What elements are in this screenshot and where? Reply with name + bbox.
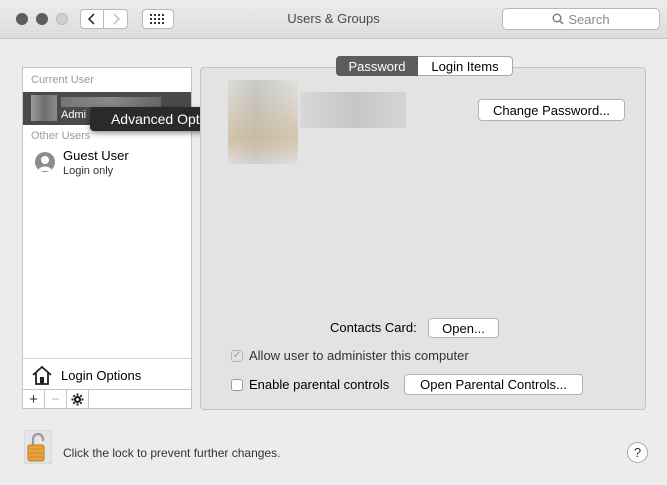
user-picture[interactable]: [228, 80, 298, 164]
current-user-header: Current User: [31, 74, 94, 86]
current-user-name-blurred: [61, 97, 161, 107]
panel-tabs: Password Login Items: [336, 56, 513, 76]
login-options-label: Login Options: [61, 367, 142, 383]
help-button[interactable]: ?: [627, 442, 648, 463]
gear-icon: [71, 393, 84, 406]
lock-icon[interactable]: [23, 429, 53, 465]
title-bar: Users & Groups Search: [0, 0, 667, 39]
search-icon: [552, 13, 564, 25]
parental-controls-label: Enable parental controls: [249, 377, 390, 392]
sidebar-toolbar: + −: [23, 389, 191, 409]
open-parental-controls-button[interactable]: Open Parental Controls...: [404, 374, 583, 395]
sidebar-divider: [23, 358, 191, 359]
add-user-button[interactable]: +: [23, 390, 45, 409]
search-placeholder: Search: [568, 11, 610, 27]
guest-user-avatar: [35, 152, 55, 172]
lock-status-text: Click the lock to prevent further change…: [63, 446, 281, 460]
parental-controls-row: Enable parental controls: [231, 377, 389, 392]
guest-user-name: Guest User: [63, 148, 129, 163]
change-password-button[interactable]: Change Password...: [478, 99, 625, 121]
allow-admin-row: ✓ Allow user to administer this computer: [231, 348, 469, 363]
search-field[interactable]: Search: [502, 8, 660, 30]
house-icon: [32, 365, 52, 385]
user-name-blurred: [300, 92, 406, 128]
remove-user-button[interactable]: −: [45, 390, 67, 409]
tab-login-items[interactable]: Login Items: [418, 56, 513, 76]
parental-controls-checkbox[interactable]: [231, 378, 243, 391]
login-options-item[interactable]: Login Options: [31, 362, 141, 388]
contacts-card-label: Contacts Card:: [330, 320, 417, 335]
allow-admin-checkbox[interactable]: ✓: [231, 349, 243, 362]
guest-user-subtitle: Login only: [63, 165, 114, 177]
open-contacts-card-button[interactable]: Open...: [428, 318, 499, 338]
allow-admin-label: Allow user to administer this computer: [249, 348, 469, 363]
tab-password[interactable]: Password: [336, 56, 418, 76]
current-user-role: Admi: [61, 109, 87, 121]
action-menu-button[interactable]: [67, 390, 89, 409]
current-user-avatar: [31, 95, 57, 121]
person-icon: [38, 156, 52, 171]
other-users-header: Other Users: [31, 130, 91, 142]
